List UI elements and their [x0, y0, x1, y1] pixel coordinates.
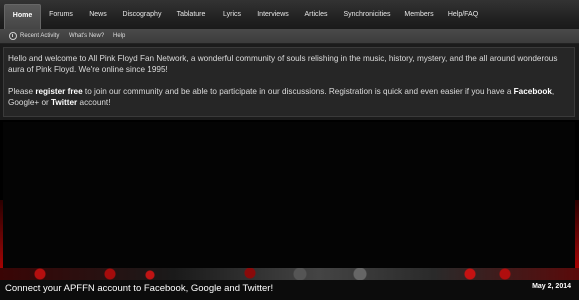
welcome-notice: Hello and welcome to All Pink Floyd Fan …: [3, 47, 575, 117]
facebook-link[interactable]: Facebook: [514, 87, 552, 96]
register-free-link[interactable]: register free: [35, 87, 82, 96]
tab-home[interactable]: Home: [4, 4, 41, 30]
banner-photo-strip: [0, 268, 579, 280]
register-suffix: account!: [77, 98, 111, 107]
tab-members[interactable]: Members: [402, 4, 436, 26]
tab-discography[interactable]: Discography: [118, 4, 166, 26]
tab-help-faq[interactable]: Help/FAQ: [446, 4, 480, 26]
tab-lyrics[interactable]: Lyrics: [218, 4, 246, 26]
sub-nav: Recent Activity What's New? Help: [0, 29, 579, 44]
tab-interviews[interactable]: Interviews: [254, 4, 292, 26]
register-mid: to join our community and be able to par…: [82, 87, 514, 96]
recent-activity-link[interactable]: Recent Activity: [20, 29, 59, 43]
banner-date: May 2, 2014: [532, 283, 571, 290]
welcome-register-text: Please register free to join our communi…: [8, 86, 570, 108]
whats-new-link[interactable]: What's New?: [69, 29, 104, 43]
welcome-intro: Hello and welcome to All Pink Floyd Fan …: [8, 54, 558, 74]
tab-synchronicities[interactable]: Synchronicities: [339, 4, 395, 26]
banner-caption[interactable]: Connect your APFFN account to Facebook, …: [5, 283, 273, 294]
help-link[interactable]: Help: [113, 29, 125, 43]
tab-forums[interactable]: Forums: [45, 4, 77, 26]
tab-tablature[interactable]: Tablature: [170, 4, 212, 26]
clock-icon: [9, 32, 17, 40]
banner-image: [3, 122, 575, 272]
banner-edge-left: [0, 200, 3, 278]
top-nav: Home Forums News Discography Tablature L…: [0, 0, 579, 30]
tab-articles[interactable]: Articles: [300, 4, 332, 26]
twitter-link[interactable]: Twitter: [51, 98, 77, 107]
tab-news[interactable]: News: [83, 4, 113, 26]
register-prefix: Please: [8, 87, 36, 96]
banner-edge-right: [575, 200, 579, 278]
